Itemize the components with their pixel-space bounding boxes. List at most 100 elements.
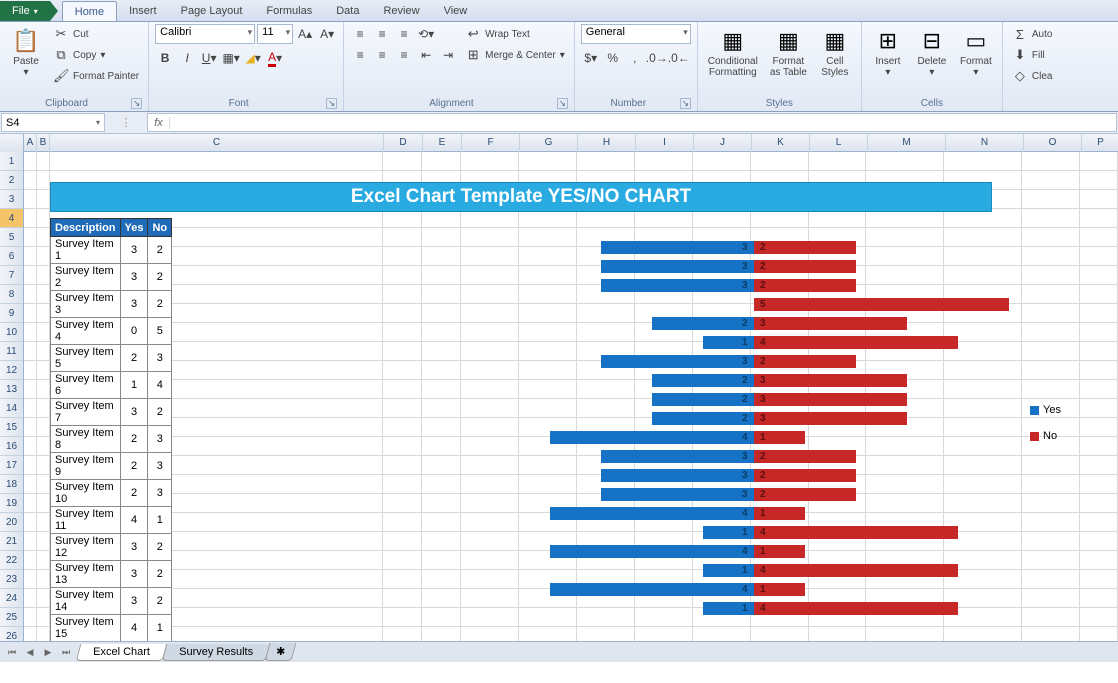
row-header-25[interactable]: 25 <box>0 608 23 627</box>
row-header-15[interactable]: 15 <box>0 418 23 437</box>
font-name-select[interactable]: Calibri <box>155 24 255 44</box>
name-box[interactable]: S4▾ <box>1 113 105 132</box>
col-header-H[interactable]: H <box>578 134 636 152</box>
clipboard-launcher[interactable]: ↘ <box>131 98 142 109</box>
tab-review[interactable]: Review <box>371 1 431 21</box>
align-top-button[interactable]: ≡ <box>350 24 370 44</box>
cut-button[interactable]: ✂Cut <box>50 24 142 44</box>
row-header-2[interactable]: 2 <box>0 171 23 190</box>
font-launcher[interactable]: ↘ <box>326 98 337 109</box>
col-header-O[interactable]: O <box>1024 134 1082 152</box>
sheet-nav-prev[interactable]: ◀ <box>22 644 38 660</box>
row-headers[interactable]: 1234567891011121314151617181920212223242… <box>0 152 24 662</box>
col-header-D[interactable]: D <box>384 134 423 152</box>
row-header-3[interactable]: 3 <box>0 190 23 209</box>
tab-insert[interactable]: Insert <box>117 1 169 21</box>
col-header-J[interactable]: J <box>694 134 752 152</box>
fill-color-button[interactable]: ◢▾ <box>243 48 263 68</box>
underline-button[interactable]: U▾ <box>199 48 219 68</box>
file-tab[interactable]: File▾ <box>0 1 50 21</box>
row-header-22[interactable]: 22 <box>0 551 23 570</box>
number-format-select[interactable]: General <box>581 24 691 44</box>
sheet-nav-last[interactable]: ⏭ <box>58 644 74 660</box>
font-size-select[interactable]: 11 <box>257 24 293 44</box>
row-header-20[interactable]: 20 <box>0 513 23 532</box>
col-header-K[interactable]: K <box>752 134 810 152</box>
sheet-tab-survey-results[interactable]: Survey Results <box>162 644 271 661</box>
align-middle-button[interactable]: ≡ <box>372 24 392 44</box>
clear-button[interactable]: ◇Clea <box>1009 66 1056 86</box>
bold-button[interactable]: B <box>155 48 175 68</box>
col-header-A[interactable]: A <box>24 134 37 152</box>
decrease-decimal-button[interactable]: .0← <box>669 48 689 68</box>
row-header-14[interactable]: 14 <box>0 399 23 418</box>
align-center-button[interactable]: ≡ <box>372 45 392 65</box>
border-button[interactable]: ▦▾ <box>221 48 241 68</box>
col-header-L[interactable]: L <box>810 134 868 152</box>
sheet-nav-first[interactable]: ⏮ <box>4 644 20 660</box>
row-header-10[interactable]: 10 <box>0 323 23 342</box>
tab-page-layout[interactable]: Page Layout <box>169 1 255 21</box>
row-header-7[interactable]: 7 <box>0 266 23 285</box>
spreadsheet-grid[interactable]: ABCDEFGHIJKLMNOP 12345678910111213141516… <box>0 134 1118 662</box>
col-header-M[interactable]: M <box>868 134 946 152</box>
col-header-F[interactable]: F <box>462 134 520 152</box>
col-header-G[interactable]: G <box>520 134 578 152</box>
sheet-tab-excel-chart[interactable]: Excel Chart <box>76 644 167 661</box>
percent-button[interactable]: % <box>603 48 623 68</box>
row-header-16[interactable]: 16 <box>0 437 23 456</box>
currency-button[interactable]: $▾ <box>581 48 601 68</box>
col-header-P[interactable]: P <box>1082 134 1118 152</box>
grow-font-button[interactable]: A▴ <box>295 24 315 44</box>
wrap-text-button[interactable]: ↩Wrap Text <box>462 24 568 44</box>
row-header-11[interactable]: 11 <box>0 342 23 361</box>
format-table-button[interactable]: ▦Format as Table <box>766 24 811 80</box>
increase-decimal-button[interactable]: .0→ <box>647 48 667 68</box>
alignment-launcher[interactable]: ↘ <box>557 98 568 109</box>
row-header-5[interactable]: 5 <box>0 228 23 247</box>
row-header-18[interactable]: 18 <box>0 475 23 494</box>
comma-button[interactable]: , <box>625 48 645 68</box>
decrease-indent-button[interactable]: ⇤ <box>416 45 436 65</box>
font-color-button[interactable]: A▾ <box>265 48 285 68</box>
sheet-nav-next[interactable]: ▶ <box>40 644 56 660</box>
row-header-21[interactable]: 21 <box>0 532 23 551</box>
delete-cells-button[interactable]: ⊟Delete▾ <box>912 24 952 80</box>
row-header-4[interactable]: 4 <box>0 209 23 228</box>
select-all-corner[interactable] <box>0 134 24 152</box>
increase-indent-button[interactable]: ⇥ <box>438 45 458 65</box>
row-header-9[interactable]: 9 <box>0 304 23 323</box>
align-right-button[interactable]: ≡ <box>394 45 414 65</box>
tab-data[interactable]: Data <box>324 1 371 21</box>
format-cells-button[interactable]: ▭Format▾ <box>956 24 996 80</box>
row-header-13[interactable]: 13 <box>0 380 23 399</box>
shrink-font-button[interactable]: A▾ <box>317 24 337 44</box>
paste-button[interactable]: 📋 Paste▾ <box>6 24 46 80</box>
italic-button[interactable]: I <box>177 48 197 68</box>
row-header-8[interactable]: 8 <box>0 285 23 304</box>
tab-formulas[interactable]: Formulas <box>254 1 324 21</box>
row-header-6[interactable]: 6 <box>0 247 23 266</box>
align-bottom-button[interactable]: ≡ <box>394 24 414 44</box>
number-launcher[interactable]: ↘ <box>680 98 691 109</box>
row-header-23[interactable]: 23 <box>0 570 23 589</box>
col-header-C[interactable]: C <box>50 134 384 152</box>
tab-home[interactable]: Home <box>62 1 117 21</box>
row-header-24[interactable]: 24 <box>0 589 23 608</box>
column-headers[interactable]: ABCDEFGHIJKLMNOP <box>0 134 1118 152</box>
row-header-19[interactable]: 19 <box>0 494 23 513</box>
sheet-tab-new[interactable]: ✱ <box>264 643 296 661</box>
align-left-button[interactable]: ≡ <box>350 45 370 65</box>
insert-cells-button[interactable]: ⊞Insert▾ <box>868 24 908 80</box>
tab-view[interactable]: View <box>432 1 480 21</box>
cell-styles-button[interactable]: ▦Cell Styles <box>815 24 855 80</box>
col-header-I[interactable]: I <box>636 134 694 152</box>
row-header-1[interactable]: 1 <box>0 152 23 171</box>
col-header-B[interactable]: B <box>37 134 50 152</box>
row-header-17[interactable]: 17 <box>0 456 23 475</box>
col-header-E[interactable]: E <box>423 134 462 152</box>
format-painter-button[interactable]: 🖌Format Painter <box>50 66 142 86</box>
copy-button[interactable]: ⧉Copy ▾ <box>50 45 142 65</box>
fill-button[interactable]: ⬇Fill <box>1009 45 1056 65</box>
fx-button[interactable]: fx <box>148 117 170 129</box>
